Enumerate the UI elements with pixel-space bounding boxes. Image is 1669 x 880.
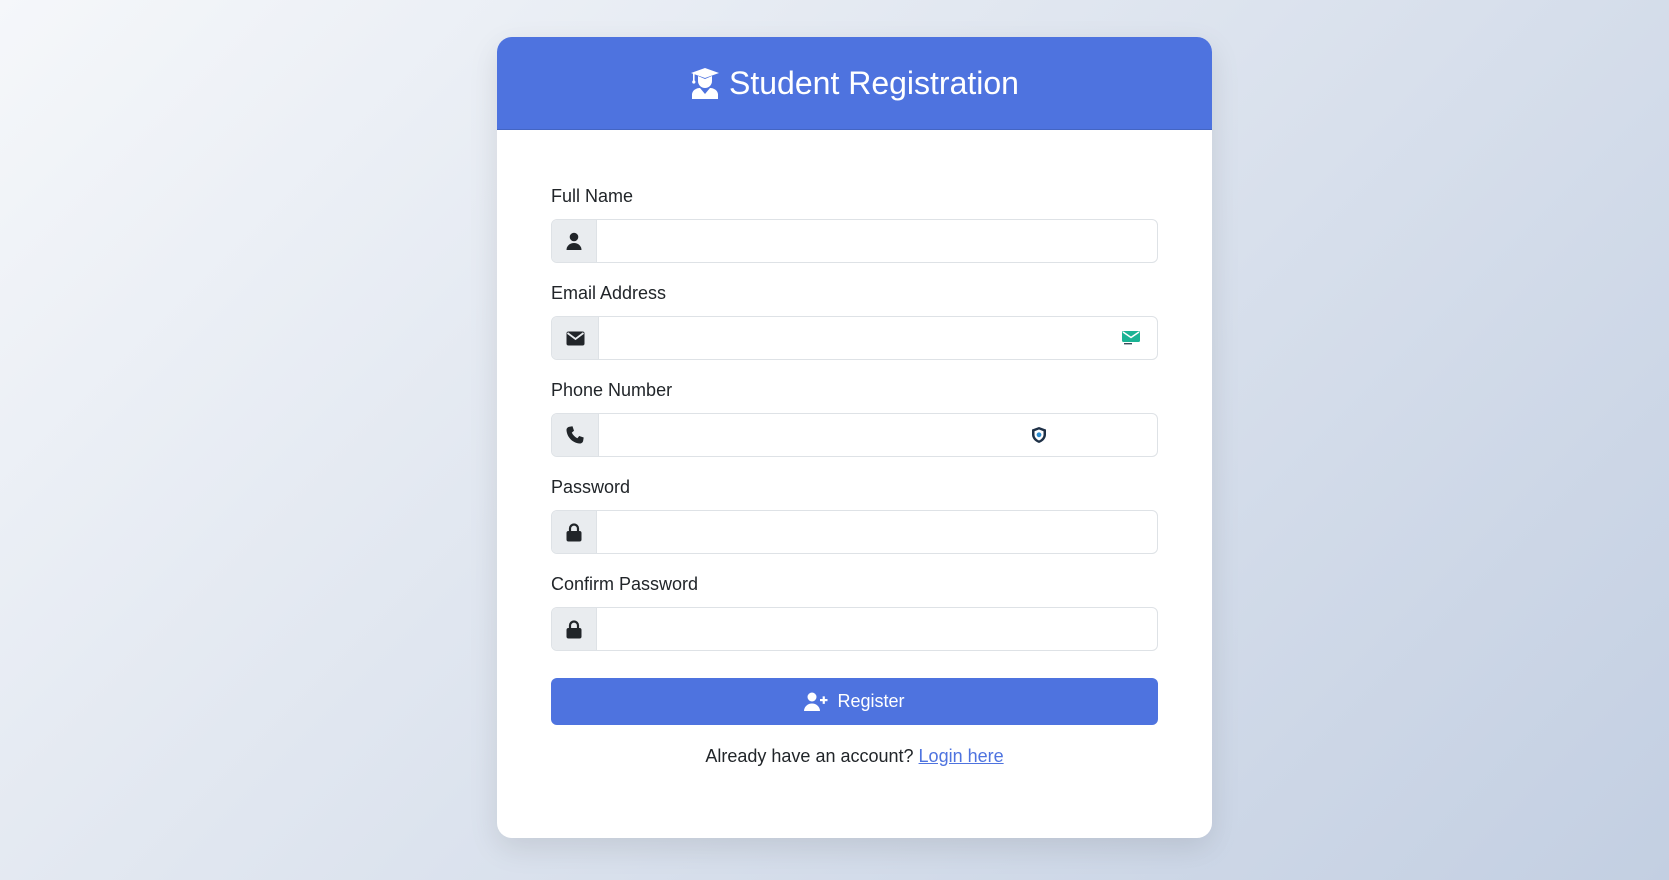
full-name-input-group <box>551 219 1158 263</box>
user-icon <box>552 220 597 262</box>
full-name-label: Full Name <box>551 186 634 206</box>
confirm-password-group: Confirm Password <box>551 574 1158 651</box>
register-button[interactable]: Register <box>551 678 1158 725</box>
email-group: Email Address <box>551 283 1158 360</box>
password-group: Password <box>551 477 1158 554</box>
phone-input-group <box>551 413 1158 457</box>
lock-icon <box>552 511 597 553</box>
phone-icon <box>552 414 599 456</box>
login-link[interactable]: Login here <box>919 746 1004 766</box>
password-label: Password <box>551 477 631 497</box>
mail-extension-icon[interactable] <box>1122 331 1140 345</box>
login-prompt-text: Already have an account? <box>705 746 914 766</box>
password-input[interactable] <box>597 511 1157 553</box>
email-label: Email Address <box>551 283 667 303</box>
confirm-password-input-group <box>551 607 1158 651</box>
password-wrap <box>597 511 1157 553</box>
registration-card: Student Registration Full Name Email Add… <box>497 37 1212 838</box>
email-wrap <box>599 317 1157 359</box>
confirm-password-label: Confirm Password <box>551 574 699 594</box>
login-prompt: Already have an account? Login here <box>551 746 1158 767</box>
phone-input[interactable] <box>599 414 1157 456</box>
full-name-group: Full Name <box>551 186 1158 263</box>
confirm-password-wrap <box>597 608 1157 650</box>
card-header: Student Registration <box>497 37 1212 130</box>
user-graduate-icon <box>690 67 720 99</box>
registration-form: Full Name Email Address Phone Number Pas… <box>497 130 1212 767</box>
full-name-wrap <box>597 220 1157 262</box>
password-input-group <box>551 510 1158 554</box>
register-button-label: Register <box>837 691 905 711</box>
email-input[interactable] <box>599 317 1157 359</box>
phone-wrap <box>599 414 1157 456</box>
user-plus-icon <box>804 692 828 711</box>
email-input-group <box>551 316 1158 360</box>
envelope-icon <box>552 317 599 359</box>
full-name-input[interactable] <box>597 220 1157 262</box>
page-title-text: Student Registration <box>729 64 1019 101</box>
phone-group: Phone Number <box>551 380 1158 457</box>
phone-label: Phone Number <box>551 380 673 400</box>
lock-icon <box>552 608 597 650</box>
shield-icon[interactable] <box>1031 427 1047 444</box>
page-title: Student Registration <box>690 65 1019 102</box>
confirm-password-input[interactable] <box>597 608 1157 650</box>
